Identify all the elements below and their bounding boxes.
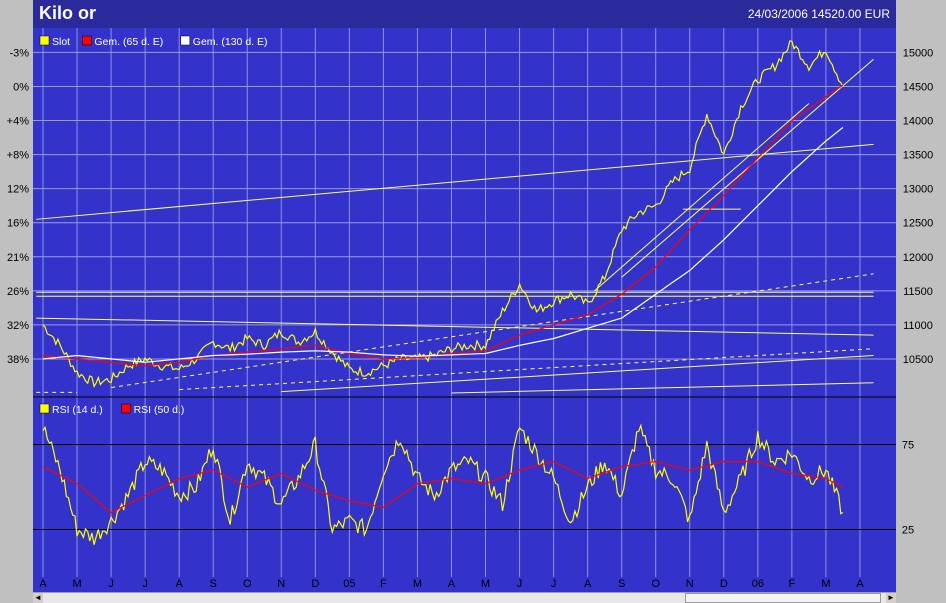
x-tick-label: S — [618, 578, 625, 590]
x-tick-label: J — [142, 578, 148, 590]
scroll-left-button[interactable]: ◄ — [33, 593, 43, 603]
rsi-legend-label: RSI (50 d.) — [134, 404, 185, 416]
y-left-tick-label: 12% — [7, 184, 29, 196]
x-tick-label: J — [551, 578, 557, 590]
scroll-right-button[interactable]: ► — [886, 593, 896, 603]
horizontal-scrollbar[interactable]: ◄ ► — [33, 592, 896, 603]
rsi-tick-label: 25 — [902, 525, 914, 537]
x-tick-label: D — [720, 578, 728, 590]
x-tick-label: M — [821, 578, 830, 590]
x-tick-label: D — [311, 578, 319, 590]
scrollbar-thumb[interactable] — [685, 593, 881, 603]
x-tick-label: N — [686, 578, 694, 590]
y-left-tick-label: 16% — [7, 218, 29, 230]
legend-label: Gem. (65 d. E) — [94, 36, 163, 48]
x-tick-label: O — [651, 578, 660, 590]
y-left-tick-label: -3% — [9, 47, 29, 59]
rsi-legend-swatch — [39, 403, 50, 414]
y-right-tick-label: 13000 — [903, 184, 934, 196]
x-tick-label: F — [380, 578, 387, 590]
x-tick-label: A — [856, 578, 864, 590]
y-right-tick-label: 11000 — [903, 320, 933, 332]
rsi-legend-label: RSI (14 d.) — [52, 404, 103, 416]
x-tick-label: 06 — [752, 578, 764, 590]
x-tick-label: A — [584, 578, 592, 590]
y-right-tick-label: 14500 — [903, 81, 934, 93]
x-tick-label: A — [175, 578, 183, 590]
y-right-tick-label: 13500 — [903, 150, 934, 162]
plot-background — [33, 28, 896, 577]
x-tick-label: J — [517, 578, 523, 590]
legend-label: Gem. (130 d. E) — [193, 36, 268, 48]
y-right-tick-label: 12500 — [903, 218, 934, 230]
x-tick-label: F — [789, 578, 796, 590]
x-tick-label: A — [39, 578, 47, 590]
price-chart: A M J J A S O N D 05 F M A M J J A S O N D 06 F M A 15000 -3% 14500… — [0, 28, 934, 592]
y-left-tick-label: 0% — [13, 81, 29, 93]
y-left-tick-label: 32% — [7, 320, 29, 332]
legend-label: Slot — [52, 36, 70, 48]
y-right-tick-label: 11500 — [903, 286, 933, 298]
y-left-tick-label: +4% — [7, 116, 30, 128]
x-axis-band — [33, 577, 896, 592]
x-tick-label: M — [413, 578, 422, 590]
y-right-tick-label: 10500 — [903, 354, 934, 366]
x-tick-label: S — [210, 578, 217, 590]
y-right-tick-label: 12000 — [903, 252, 934, 264]
legend-swatch — [82, 35, 92, 46]
y-left-tick-label: 21% — [7, 252, 29, 264]
y-left-tick-label: 38% — [7, 354, 29, 366]
legend-swatch — [39, 35, 50, 46]
x-tick-label: M — [481, 578, 490, 590]
x-tick-label: O — [243, 578, 252, 590]
y-right-tick-label: 15000 — [903, 47, 934, 59]
left-gutter — [0, 28, 33, 592]
x-tick-label: J — [108, 578, 114, 590]
legend-swatch — [180, 35, 191, 46]
rsi-legend-swatch — [121, 403, 131, 414]
x-tick-label: M — [72, 578, 81, 590]
x-tick-label: A — [448, 578, 456, 590]
x-tick-label: N — [277, 578, 285, 590]
y-left-tick-label: 26% — [7, 286, 29, 298]
y-right-tick-label: 14000 — [903, 116, 934, 128]
rsi-tick-label: 75 — [902, 440, 914, 452]
x-tick-label: 05 — [343, 578, 355, 590]
y-left-tick-label: +8% — [7, 150, 30, 162]
